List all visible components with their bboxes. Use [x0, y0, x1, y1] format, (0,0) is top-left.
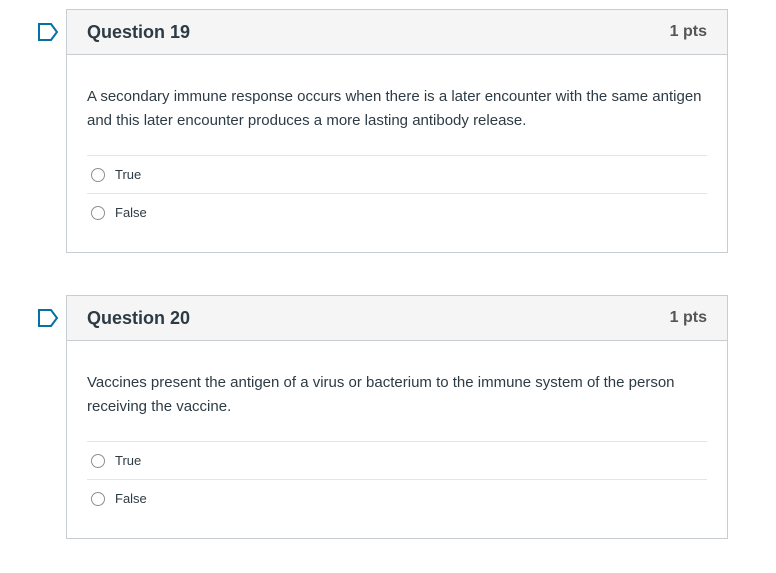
- flag-question-icon[interactable]: [37, 23, 59, 41]
- question-title: Question 20: [87, 307, 191, 328]
- question-body: A secondary immune response occurs when …: [67, 55, 727, 252]
- question-header: Question 19 1 pts: [67, 10, 727, 55]
- answer-option-true[interactable]: True: [87, 441, 707, 479]
- question-card-20: Question 20 1 pts Vaccines present the a…: [66, 295, 728, 539]
- answer-label[interactable]: True: [115, 167, 141, 182]
- answer-label[interactable]: False: [115, 205, 147, 220]
- radio-button[interactable]: [91, 205, 105, 220]
- radio-button[interactable]: [91, 167, 105, 182]
- answer-option-false[interactable]: False: [87, 193, 707, 231]
- question-header: Question 20 1 pts: [67, 296, 727, 341]
- question-text: A secondary immune response occurs when …: [87, 88, 702, 129]
- question-points: 1 pts: [669, 309, 707, 326]
- radio-button[interactable]: [91, 453, 105, 468]
- answer-label[interactable]: True: [115, 453, 141, 468]
- radio-button[interactable]: [91, 491, 105, 506]
- answer-option-false[interactable]: False: [87, 479, 707, 517]
- answer-label[interactable]: False: [115, 491, 147, 506]
- question-title: Question 19: [87, 21, 191, 42]
- question-points: 1 pts: [669, 23, 707, 40]
- question-text: Vaccines present the antigen of a virus …: [87, 374, 675, 415]
- flag-question-icon[interactable]: [37, 309, 59, 327]
- question-card-19: Question 19 1 pts A secondary immune res…: [66, 9, 728, 253]
- question-body: Vaccines present the antigen of a virus …: [67, 341, 727, 538]
- answer-option-true[interactable]: True: [87, 155, 707, 193]
